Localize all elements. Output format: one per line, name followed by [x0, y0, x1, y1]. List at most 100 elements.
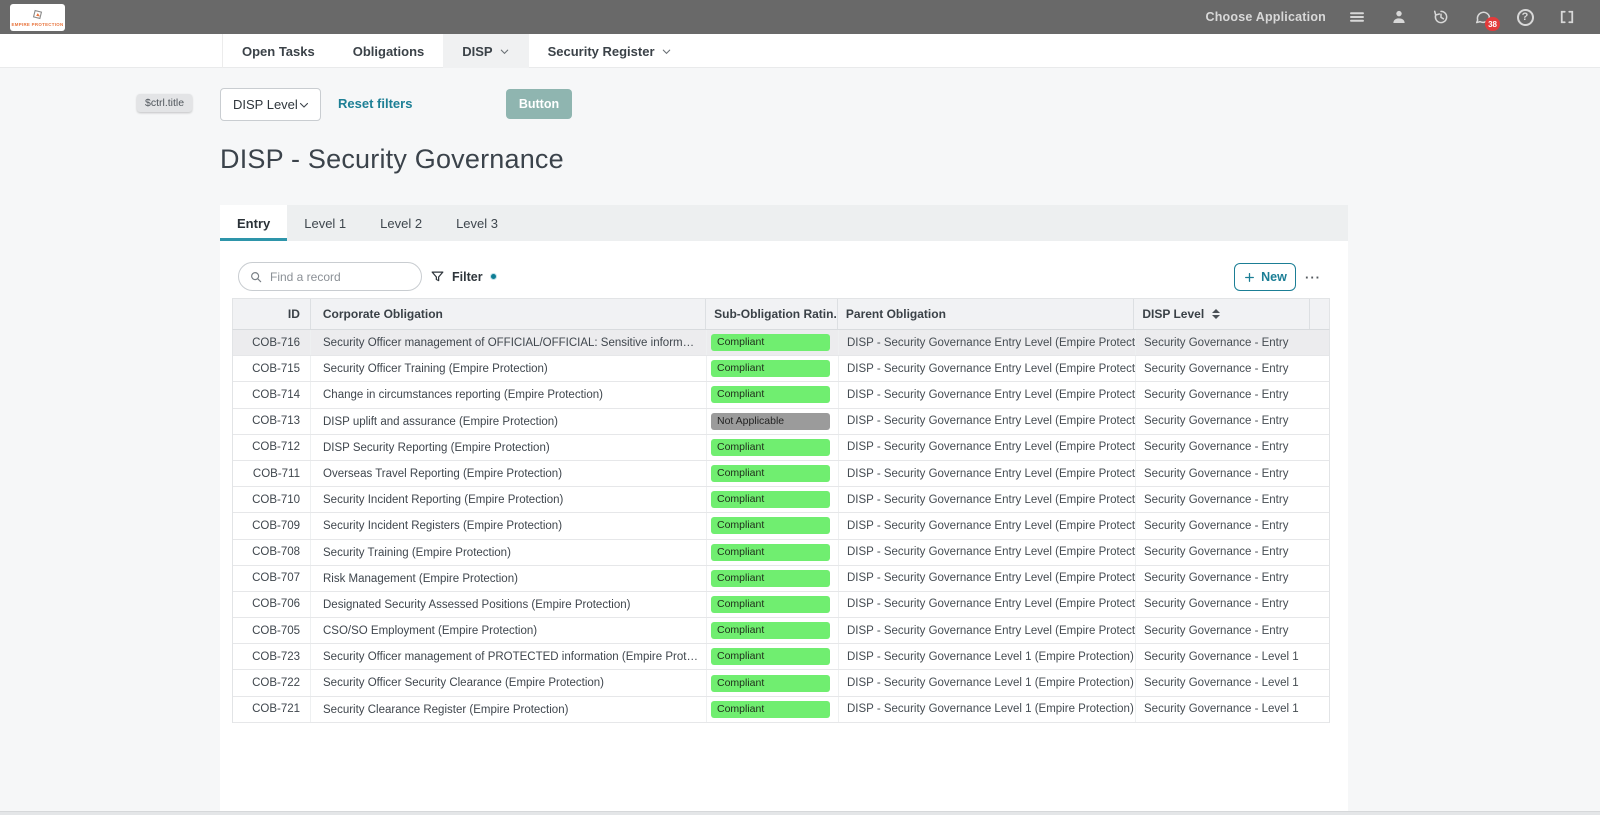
rating-badge: Compliant: [711, 675, 830, 692]
cell-parent: DISP - Security Governance Entry Level (…: [839, 540, 1136, 565]
tab-label: Entry: [237, 216, 270, 231]
user-icon: [1390, 8, 1408, 26]
cell-id: COB-712: [233, 435, 311, 460]
table-row[interactable]: COB-715 Security Officer Training (Empir…: [233, 356, 1330, 382]
plus-icon: [1243, 271, 1256, 284]
cell-parent: DISP - Security Governance Entry Level (…: [839, 566, 1136, 591]
column-header-id[interactable]: ID: [233, 299, 311, 329]
logo-brand-text: EMPIRE PROTECTION: [12, 22, 64, 27]
cell-parent: DISP - Security Governance Entry Level (…: [839, 330, 1136, 355]
sort-icon[interactable]: [1212, 309, 1220, 319]
nav-item-security-register[interactable]: Security Register: [529, 34, 691, 68]
cell-parent: DISP - Security Governance Entry Level (…: [839, 382, 1136, 407]
rating-badge: Compliant: [711, 517, 830, 534]
disp-level-dropdown[interactable]: DISP Level: [220, 88, 321, 121]
bottom-scroll-strip[interactable]: [0, 811, 1600, 815]
table-row[interactable]: COB-709 Security Incident Registers (Emp…: [233, 513, 1330, 539]
cell-id: COB-706: [233, 592, 311, 617]
cell-parent: DISP - Security Governance Entry Level (…: [839, 618, 1136, 643]
table-row[interactable]: COB-716 Security Officer management of O…: [233, 330, 1330, 356]
more-options-button[interactable]: ···: [1305, 263, 1321, 291]
search-input[interactable]: [270, 270, 411, 284]
cell-level: Security Governance - Entry: [1136, 435, 1312, 460]
history-icon: [1432, 8, 1450, 26]
cell-obligation: Security Officer management of PROTECTED…: [311, 644, 707, 669]
cell-level: Security Governance - Level 1: [1136, 670, 1312, 695]
table-row[interactable]: COB-710 Security Incident Reporting (Emp…: [233, 487, 1330, 513]
cell-level: Security Governance - Entry: [1136, 409, 1312, 434]
table-row[interactable]: COB-706 Designated Security Assessed Pos…: [233, 592, 1330, 618]
search-icon: [249, 270, 263, 284]
cell-obligation: Change in circumstances reporting (Empir…: [311, 382, 707, 407]
search-box[interactable]: [238, 262, 422, 291]
rating-badge: Compliant: [711, 334, 830, 351]
table-row[interactable]: COB-721 Security Clearance Register (Emp…: [233, 697, 1330, 723]
cell-obligation: Security Officer Security Clearance (Emp…: [311, 670, 707, 695]
cell-obligation: Risk Management (Empire Protection): [311, 566, 707, 591]
table-row[interactable]: COB-708 Security Training (Empire Protec…: [233, 540, 1330, 566]
filter-active-dot: [490, 273, 497, 280]
table-row[interactable]: COB-712 DISP Security Reporting (Empire …: [233, 435, 1330, 461]
app-menu-button[interactable]: [1346, 6, 1368, 28]
help-button[interactable]: ?: [1514, 6, 1536, 28]
expand-button[interactable]: [1556, 6, 1578, 28]
hamburger-icon: [1348, 8, 1366, 26]
tab-strip: Entry Level 1 Level 2 Level 3: [220, 205, 1348, 241]
cell-level: Security Governance - Entry: [1136, 356, 1312, 381]
cell-level: Security Governance - Level 1: [1136, 644, 1312, 669]
cell-parent: DISP - Security Governance Level 1 (Empi…: [839, 644, 1136, 669]
tab-level-2[interactable]: Level 2: [363, 205, 439, 241]
chevron-down-icon: [499, 46, 510, 57]
cell-obligation: DISP Security Reporting (Empire Protecti…: [311, 435, 707, 460]
logo[interactable]: EMPIRE PROTECTION: [10, 4, 65, 31]
choose-application-link[interactable]: Choose Application: [1205, 10, 1326, 24]
cell-level: Security Governance - Entry: [1136, 592, 1312, 617]
notification-badge: 38: [1485, 17, 1500, 31]
tab-level-3[interactable]: Level 3: [439, 205, 515, 241]
help-icon: ?: [1517, 9, 1534, 26]
column-header-parent[interactable]: Parent Obligation: [838, 299, 1134, 329]
table-row[interactable]: COB-711 Overseas Travel Reporting (Empir…: [233, 461, 1330, 487]
user-button[interactable]: [1388, 6, 1410, 28]
tab-level-1[interactable]: Level 1: [287, 205, 363, 241]
table-row[interactable]: COB-723 Security Officer management of P…: [233, 644, 1330, 670]
cell-parent: DISP - Security Governance Level 1 (Empi…: [839, 697, 1136, 722]
cell-id: COB-713: [233, 409, 311, 434]
tab-entry[interactable]: Entry: [220, 205, 287, 241]
top-header: EMPIRE PROTECTION Choose Application: [0, 0, 1600, 34]
table-body: COB-716 Security Officer management of O…: [232, 330, 1330, 723]
topbar-actions: Choose Application 38 ?: [1205, 6, 1600, 28]
column-header-disp-level[interactable]: DISP Level: [1134, 299, 1310, 329]
history-button[interactable]: [1430, 6, 1452, 28]
new-record-button[interactable]: New: [1234, 263, 1296, 291]
cell-id: COB-708: [233, 540, 311, 565]
table-row[interactable]: COB-713 DISP uplift and assurance (Empir…: [233, 409, 1330, 435]
cell-level: Security Governance - Level 1: [1136, 697, 1312, 722]
column-header-rating[interactable]: Sub-Obligation Ratin...: [706, 299, 838, 329]
table-row[interactable]: COB-705 CSO/SO Employment (Empire Protec…: [233, 618, 1330, 644]
rating-badge: Compliant: [711, 491, 830, 508]
chat-button[interactable]: 38: [1472, 6, 1494, 28]
nav-item-obligations[interactable]: Obligations: [334, 34, 444, 68]
filter-control[interactable]: Filter: [430, 262, 497, 291]
table-row[interactable]: COB-714 Change in circumstances reportin…: [233, 382, 1330, 408]
reset-filters-link[interactable]: Reset filters: [338, 96, 412, 111]
cell-parent: DISP - Security Governance Entry Level (…: [839, 409, 1136, 434]
rating-badge: Compliant: [711, 622, 830, 639]
cell-parent: DISP - Security Governance Entry Level (…: [839, 356, 1136, 381]
column-header-label: DISP Level: [1142, 307, 1204, 321]
table-row[interactable]: COB-722 Security Officer Security Cleara…: [233, 670, 1330, 696]
rating-badge: Not Applicable: [711, 413, 830, 430]
filter-label: Filter: [452, 270, 483, 284]
cell-id: COB-710: [233, 487, 311, 512]
column-header-obligation[interactable]: Corporate Obligation: [311, 299, 706, 329]
table-row[interactable]: COB-707 Risk Management (Empire Protecti…: [233, 566, 1330, 592]
nav-item-label: Security Register: [548, 44, 655, 59]
generic-button[interactable]: Button: [506, 89, 572, 119]
nav-item-open-tasks[interactable]: Open Tasks: [223, 34, 334, 68]
cell-parent: DISP - Security Governance Entry Level (…: [839, 592, 1136, 617]
rating-badge: Compliant: [711, 701, 830, 718]
chevron-down-icon: [298, 99, 310, 111]
nav-item-disp[interactable]: DISP: [443, 34, 528, 68]
cell-level: Security Governance - Entry: [1136, 540, 1312, 565]
